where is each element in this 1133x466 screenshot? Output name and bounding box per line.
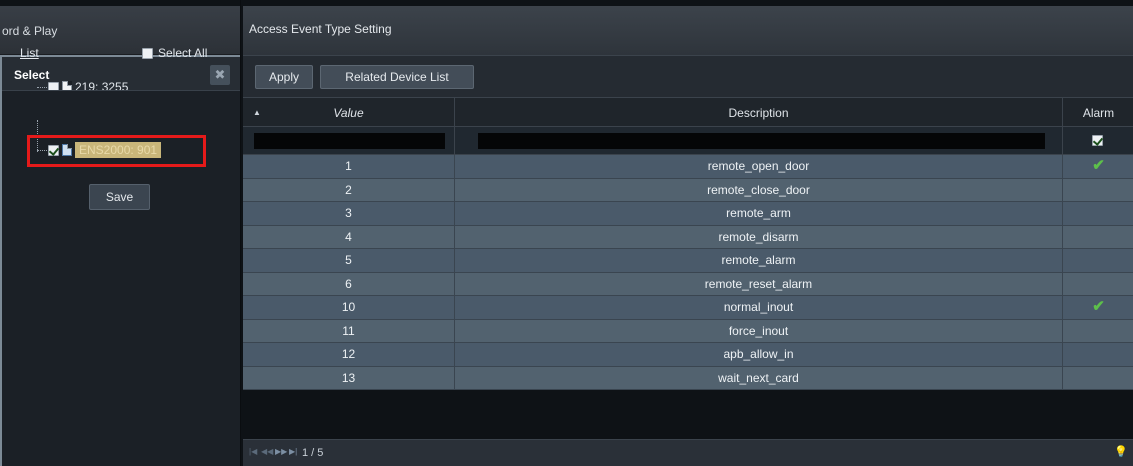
- cell-description: remote_arm: [455, 202, 1063, 225]
- tree-connector: [37, 87, 47, 88]
- cell-alarm[interactable]: [1063, 202, 1133, 225]
- first-page-icon[interactable]: |◀: [249, 447, 257, 456]
- alarm-check-icon[interactable]: ✔: [1063, 155, 1133, 178]
- cell-value: 6: [243, 272, 455, 295]
- description-filter-input[interactable]: [478, 133, 1045, 149]
- cell-alarm[interactable]: [1063, 320, 1133, 343]
- pager: |◀ ◀◀ ▶▶ ▶| 1 / 5 💡: [243, 439, 1133, 466]
- sort-ascending-icon: ▲: [253, 108, 261, 117]
- value-filter-input[interactable]: [254, 133, 445, 149]
- grid-body: 1 remote_open_door ✔ 2 remote_close_door…: [243, 155, 1133, 390]
- alarm-check-icon[interactable]: ✔: [1063, 296, 1133, 319]
- cell-alarm[interactable]: [1063, 179, 1133, 202]
- cell-value: 3: [243, 202, 455, 225]
- cell-alarm[interactable]: [1063, 367, 1133, 390]
- cell-value: 1: [243, 155, 455, 178]
- cell-alarm[interactable]: [1063, 249, 1133, 272]
- main-panel: Access Event Type Setting Apply Related …: [240, 0, 1133, 466]
- cell-description: remote_open_door: [455, 155, 1063, 178]
- cell-description: normal_inout: [455, 296, 1063, 319]
- table-row[interactable]: 5 remote_alarm: [243, 249, 1133, 273]
- column-header-value[interactable]: ▲ Value: [243, 98, 455, 126]
- table-row[interactable]: 12 apb_allow_in: [243, 343, 1133, 367]
- cell-description: force_inout: [455, 319, 1063, 342]
- cell-value: 10: [243, 296, 455, 319]
- cell-value: 5: [243, 249, 455, 272]
- apply-button[interactable]: Apply: [255, 65, 313, 89]
- table-row[interactable]: 1 remote_open_door ✔: [243, 155, 1133, 179]
- last-page-icon[interactable]: ▶|: [289, 447, 297, 456]
- cell-description: remote_reset_alarm: [455, 272, 1063, 295]
- column-header-description[interactable]: Description: [455, 98, 1063, 126]
- alarm-filter-checkbox[interactable]: [1092, 135, 1103, 146]
- filter-cell-description: [455, 127, 1063, 154]
- page-title: Access Event Type Setting: [249, 22, 392, 36]
- cell-alarm[interactable]: [1063, 343, 1133, 366]
- cell-description: remote_alarm: [455, 249, 1063, 272]
- select-panel: Select ✖: [0, 55, 240, 466]
- cell-alarm[interactable]: [1063, 226, 1133, 249]
- select-all-checkbox[interactable]: Select All: [142, 46, 207, 60]
- filter-row: [243, 127, 1133, 155]
- grid-header: ▲ Value Description Alarm: [243, 97, 1133, 127]
- cell-description: apb_allow_in: [455, 343, 1063, 366]
- event-type-grid: ▲ Value Description Alarm 1 remote_open_…: [243, 97, 1133, 390]
- cell-description: remote_close_door: [455, 178, 1063, 201]
- panel-title-bar: Access Event Type Setting: [243, 6, 1133, 55]
- page-indicator: 1 / 5: [302, 447, 324, 459]
- related-device-list-button[interactable]: Related Device List: [320, 65, 474, 89]
- list-label: List: [20, 46, 39, 60]
- table-row[interactable]: 2 remote_close_door: [243, 178, 1133, 202]
- cell-alarm[interactable]: [1063, 273, 1133, 296]
- cell-description: wait_next_card: [455, 366, 1063, 389]
- cell-value: 13: [243, 366, 455, 389]
- highlight-annotation: [27, 135, 206, 167]
- select-panel-title: Select: [14, 68, 50, 82]
- cell-value: 11: [243, 319, 455, 342]
- close-icon[interactable]: ✖: [210, 65, 230, 85]
- cell-value: 4: [243, 225, 455, 248]
- table-row[interactable]: 6 remote_reset_alarm: [243, 272, 1133, 296]
- column-header-value-label: Value: [333, 106, 364, 120]
- table-row[interactable]: 13 wait_next_card: [243, 366, 1133, 390]
- cell-value: 12: [243, 343, 455, 366]
- table-row[interactable]: 3 remote_arm: [243, 202, 1133, 226]
- top-strip: [0, 0, 240, 6]
- table-row[interactable]: 10 normal_inout ✔: [243, 296, 1133, 320]
- toolbar: Apply Related Device List: [243, 55, 1133, 97]
- left-header-title: ord & Play: [2, 24, 58, 38]
- table-row[interactable]: 4 remote_disarm: [243, 225, 1133, 249]
- cell-value: 2: [243, 178, 455, 201]
- save-button[interactable]: Save: [89, 184, 150, 210]
- select-all-label: Select All: [158, 46, 208, 60]
- select-all-box[interactable]: [142, 47, 153, 59]
- cell-description: remote_disarm: [455, 225, 1063, 248]
- next-page-icon[interactable]: ▶▶: [275, 447, 287, 456]
- table-row[interactable]: 11 force_inout: [243, 319, 1133, 343]
- filter-cell-alarm: [1063, 127, 1133, 154]
- filter-cell-value: [243, 127, 455, 154]
- column-header-alarm[interactable]: Alarm: [1063, 98, 1133, 126]
- lightbulb-icon[interactable]: 💡: [1114, 445, 1128, 458]
- prev-page-icon[interactable]: ◀◀: [261, 447, 273, 456]
